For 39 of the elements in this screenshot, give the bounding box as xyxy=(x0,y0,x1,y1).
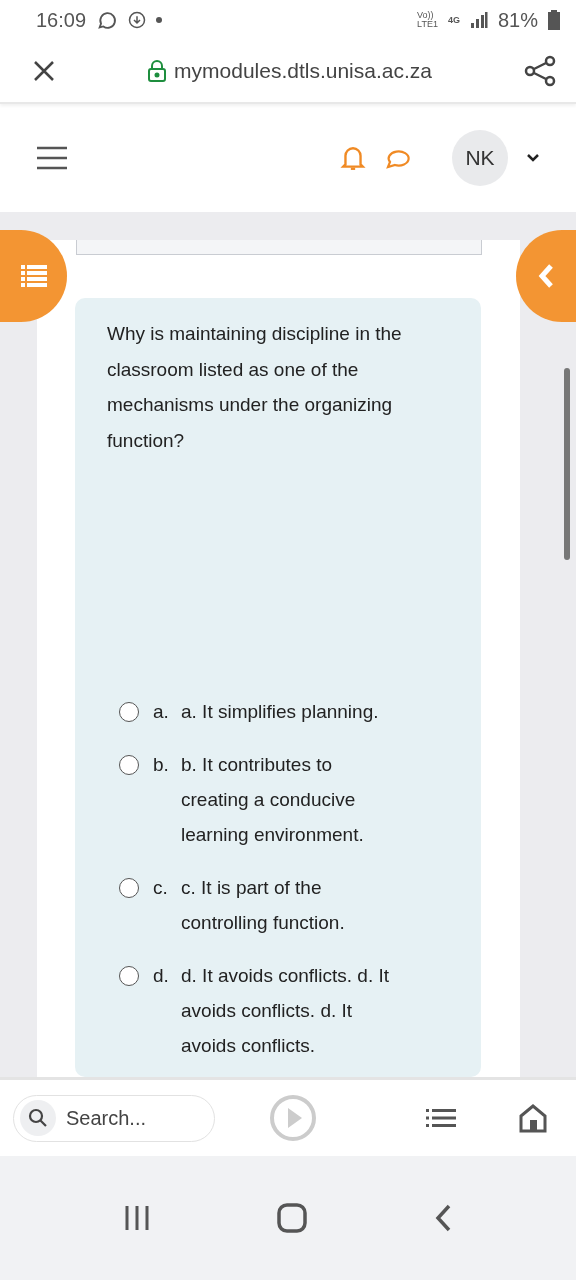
network-label: LTE1 xyxy=(417,20,438,29)
radio-button[interactable] xyxy=(119,878,139,898)
option-letter: d. xyxy=(152,964,170,988)
download-icon xyxy=(128,11,147,29)
radio-button[interactable] xyxy=(119,966,139,986)
lock-icon xyxy=(148,60,167,82)
chevron-down-icon[interactable] xyxy=(526,153,540,163)
battery-icon xyxy=(548,10,560,30)
menu-button[interactable] xyxy=(36,146,68,170)
option-text[interactable]: d. It avoids conflicts. d. It avoids conflicts. d. It avoids conflicts. xyxy=(181,958,396,1063)
option-text[interactable]: a. It simplifies planning. xyxy=(181,694,396,729)
radio-button[interactable] xyxy=(119,702,139,722)
option-letter: a. xyxy=(152,700,170,724)
list-icon xyxy=(20,265,47,287)
question-text: Why is maintaining discipline in the classroom listed as one of the mechanisms under the organizing function? xyxy=(107,322,403,453)
recent-apps-button[interactable] xyxy=(123,1204,151,1232)
back-button[interactable] xyxy=(433,1203,453,1233)
user-avatar[interactable]: NK xyxy=(452,130,508,186)
radio-button[interactable] xyxy=(119,755,139,775)
search-icon xyxy=(20,1100,56,1136)
signal-icon xyxy=(469,11,488,29)
search-input[interactable]: Search... xyxy=(64,1105,208,1131)
battery-percent: 81% xyxy=(497,8,538,32)
home-icon[interactable] xyxy=(518,1103,548,1133)
data-type-label: 4G xyxy=(447,15,460,25)
share-button[interactable] xyxy=(524,55,556,87)
network-label: Vo)) xyxy=(417,11,434,20)
close-button[interactable] xyxy=(32,59,56,83)
list-icon[interactable] xyxy=(426,1108,456,1128)
dot-icon xyxy=(156,17,163,23)
option-text[interactable]: c. It is part of the controlling function. xyxy=(181,870,396,940)
option-letter: b. xyxy=(152,753,170,777)
option-text[interactable]: b. It contributes to creating a conducive learning environment. xyxy=(181,747,396,852)
home-button[interactable] xyxy=(277,1203,307,1233)
clock: 16:09 xyxy=(36,8,87,32)
url-text[interactable]: mymodules.dtls.unisa.ac.za xyxy=(174,59,432,83)
chat-bubble-icon xyxy=(96,9,119,31)
option-letter: c. xyxy=(152,876,169,900)
chevron-left-icon xyxy=(537,263,555,289)
